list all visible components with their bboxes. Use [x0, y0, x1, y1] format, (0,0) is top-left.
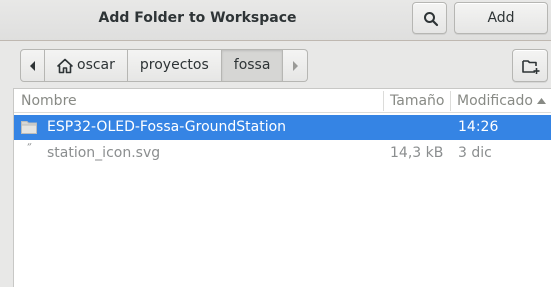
- path-segment-proyectos[interactable]: proyectos: [127, 49, 222, 82]
- sort-ascending-icon: [537, 98, 546, 104]
- file-list[interactable]: Nombre Tamaño Modificado ESP32-OLED-Foss…: [13, 88, 551, 287]
- path-scroll-right-button[interactable]: [283, 49, 309, 82]
- chevron-left-icon: [29, 60, 35, 71]
- file-icon: ˝: [26, 142, 32, 156]
- file-name: station_icon.svg: [47, 145, 161, 161]
- new-folder-button[interactable]: [512, 49, 548, 82]
- path-segment-label: oscar: [77, 57, 115, 73]
- path-segment-label: proyectos: [139, 57, 209, 73]
- file-row[interactable]: ˝ station_icon.svg 14,3 kB 3 dic: [14, 141, 551, 166]
- column-header-modified[interactable]: Modificado: [457, 89, 533, 113]
- new-folder-icon: [522, 60, 540, 74]
- file-row[interactable]: ESP32-OLED-Fossa-GroundStation 14:26: [14, 115, 551, 140]
- path-bar: oscar proyectos fossa: [20, 49, 309, 82]
- home-icon: [57, 58, 77, 74]
- path-segment-home[interactable]: oscar: [45, 49, 128, 82]
- dialog-title: Add Folder to Workspace: [98, 10, 297, 26]
- file-size: 14,3 kB: [390, 145, 444, 161]
- column-headers: Nombre Tamaño Modificado: [14, 89, 551, 113]
- search-icon: [424, 12, 439, 27]
- folder-icon: [21, 121, 37, 134]
- column-header-name[interactable]: Nombre: [21, 89, 77, 113]
- header-bar: Add Folder to Workspace Add: [0, 0, 551, 41]
- search-button[interactable]: [412, 2, 447, 34]
- file-name: ESP32-OLED-Fossa-GroundStation: [47, 119, 287, 135]
- path-segment-label: fossa: [233, 57, 271, 73]
- column-header-size[interactable]: Tamaño: [390, 89, 444, 113]
- column-divider: [383, 91, 384, 111]
- file-modified: 3 dic: [458, 145, 492, 161]
- path-scroll-left-button[interactable]: [20, 49, 45, 82]
- chevron-right-icon: [293, 60, 299, 71]
- file-modified: 14:26: [458, 119, 499, 135]
- path-segment-fossa[interactable]: fossa: [221, 49, 284, 82]
- add-button[interactable]: Add: [454, 2, 548, 34]
- column-divider: [450, 91, 451, 111]
